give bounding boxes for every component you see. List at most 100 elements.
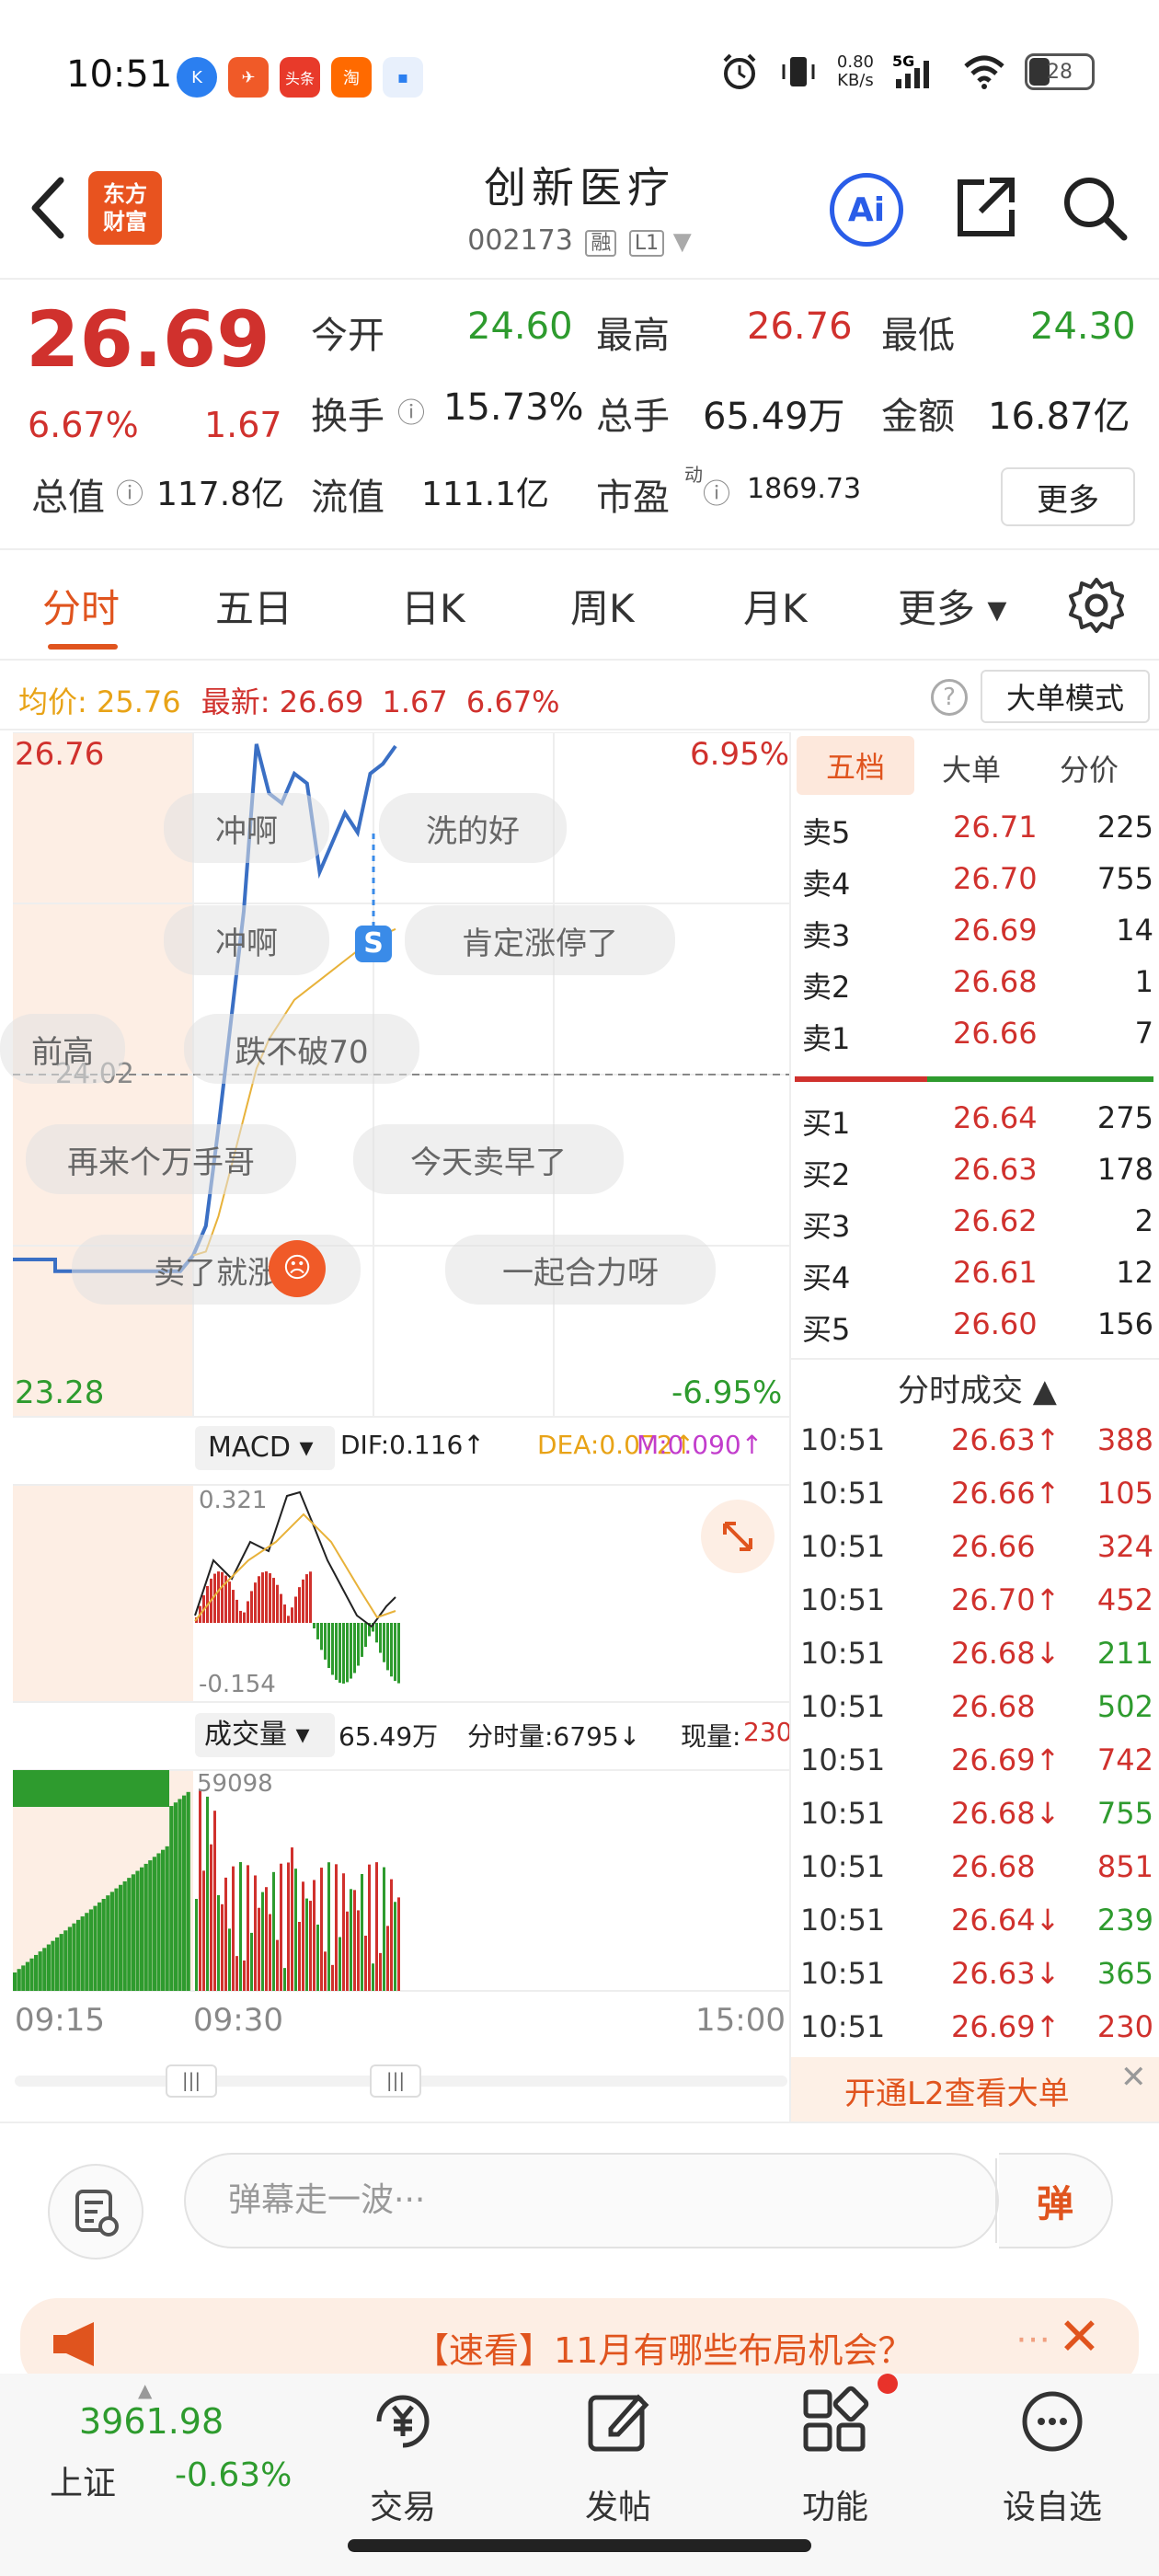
danmu-bubble[interactable]: 冲啊 [164,793,329,863]
ask-label: 卖5 [802,815,851,850]
float-label: 流值 [311,477,384,519]
tab-daily-k[interactable]: 日K [401,578,465,634]
tab-more[interactable]: 更多 ▾ [898,578,1006,634]
bid-row[interactable]: 买4 26.61 12 [802,1255,1153,1306]
macd-selector[interactable]: MACD ▾ [195,1426,335,1470]
sell-marker[interactable]: S [355,926,392,962]
bid-row[interactable]: 买5 26.60 156 [802,1306,1153,1358]
trade-volume: 452 [1096,1582,1153,1617]
tab-big-orders[interactable]: 大单 [942,747,1001,789]
danmu-bubble[interactable]: 前高 [0,1014,125,1084]
nav-functions[interactable]: 功能 [780,2385,890,2528]
high-value: 26.76 [747,305,853,348]
mktcap-info-icon[interactable]: ⓘ [116,471,143,512]
danmu-input[interactable]: 弹幕走一波··· [184,2153,999,2248]
pe-dynamic-tag: 动 [684,464,703,486]
ask-row[interactable]: 卖1 26.66 7 [802,1016,1153,1067]
tab-five-levels[interactable]: 五档 [797,736,914,795]
big-order-mode-button[interactable]: 大单模式 [981,670,1150,723]
status-indicators: 0.80 KB/s 5G 28 [719,52,1095,92]
range-handle-right[interactable]: ||| [370,2064,421,2098]
tab-monthly-k[interactable]: 月K [743,578,808,634]
notification-dot [878,2374,898,2394]
ask-row[interactable]: 卖2 26.68 1 [802,964,1153,1016]
trade-time: 10:51 [800,1529,886,1564]
volume-bar [195,1899,198,1991]
index-value[interactable]: 3961.98 [79,2401,224,2442]
app-taobao-icon: 淘 [331,57,372,98]
volume-total: 65.49万 [339,1721,439,1752]
macd-bar [350,1623,352,1679]
danmu-bubble[interactable]: 洗的好 [379,793,567,863]
danmu-bubble[interactable]: 一起合力呀 [445,1235,716,1305]
pe-info-icon[interactable]: ⓘ [703,471,730,512]
close-icon[interactable]: ✕ [1120,2059,1147,2096]
danmu-settings-button[interactable] [48,2164,143,2260]
l2-upgrade-banner[interactable]: 开通L2查看大单 [791,2057,1159,2123]
share-icon[interactable] [947,171,1021,248]
stock-code: 002173 [467,224,573,257]
danmu-bubble[interactable]: 肯定涨停了 [405,905,675,975]
trades-title[interactable]: 分时成交 ▲ [898,1365,1057,1410]
latest-label: 最新: [201,684,270,719]
trade-price: 26.70↑ [951,1582,1061,1617]
bid-row[interactable]: 买2 26.63 178 [802,1152,1153,1203]
amount-label: 金额 [881,396,955,438]
danmu-bubble[interactable]: 冲啊 [164,905,329,975]
nav-trade[interactable]: 交易 [348,2385,458,2528]
info-circle-icon[interactable]: ⓘ [397,390,425,431]
expand-icon[interactable] [701,1500,775,1573]
app-toutiao-icon: 头条 [280,57,320,98]
ask-row[interactable]: 卖4 26.70 755 [802,861,1153,913]
danmu-bubble[interactable]: 跌不破70 [184,1014,419,1084]
ask-label: 卖2 [802,970,851,1005]
volume-bar [335,1864,338,1991]
tab-weekly-k[interactable]: 周K [570,578,635,634]
index-name[interactable]: 上证 [50,2456,116,2504]
tab-5day[interactable]: 五日 [215,578,293,634]
macd-bar [228,1581,231,1623]
news-close-icon[interactable]: ✕ [1058,2307,1101,2367]
volume-bar [313,1880,316,1991]
macd-bar [291,1607,293,1623]
volume-bar [276,1939,279,1991]
nav-post[interactable]: 发帖 [563,2385,673,2528]
gear-icon[interactable] [1067,576,1126,638]
ask-row[interactable]: 卖5 26.71 225 [802,810,1153,861]
index-pct[interactable]: -0.63% [175,2456,292,2494]
macd-bar [232,1590,235,1623]
danmu-send-button[interactable]: 弹 [999,2153,1113,2248]
volume-bar [261,1892,264,1991]
danmu-bubble[interactable]: 再来个万手哥 [26,1124,296,1194]
macd-bar [375,1623,378,1643]
bid-row[interactable]: 买3 26.62 2 [802,1203,1153,1255]
volume-bar [239,1862,242,1991]
home-indicator[interactable] [348,2539,811,2552]
ask-row[interactable]: 卖3 26.69 14 [802,913,1153,964]
trade-volume: 742 [1096,1742,1153,1777]
macd-bar [357,1623,360,1666]
macd-bar [335,1623,338,1680]
signal-icon: 5G [892,52,929,88]
volume-bar-premarket [143,1863,148,1991]
macd-bar [258,1576,260,1623]
volume-bar [298,1922,301,1991]
trade-price: 26.64↓ [951,1903,1061,1938]
range-handle-left[interactable]: ||| [166,2064,217,2098]
ask-label: 卖1 [802,1021,851,1056]
volume-selector[interactable]: 成交量 ▾ [195,1713,335,1757]
volume-bar [247,1865,249,1991]
battery-level: 28 [1047,60,1073,84]
ai-button[interactable]: Ai [830,173,903,247]
tab-intraday[interactable]: 分时 [42,578,120,634]
bid-row[interactable]: 买1 26.64 275 [802,1100,1153,1152]
nav-add-watchlist[interactable]: 设自选 [997,2385,1107,2528]
news-text[interactable]: 【速看】11月有哪些布局机会？ [414,2322,912,2373]
macd-bar [394,1623,396,1682]
tab-price-dist[interactable]: 分价 [1060,747,1119,789]
search-icon[interactable] [1058,171,1131,248]
danmu-bubble[interactable]: 今天卖早了 [353,1124,624,1194]
help-icon[interactable]: ? [931,679,968,716]
trade-row: 10:51 26.69↑ 742 [800,1742,1153,1796]
more-quote-button[interactable]: 更多 [1001,467,1135,526]
